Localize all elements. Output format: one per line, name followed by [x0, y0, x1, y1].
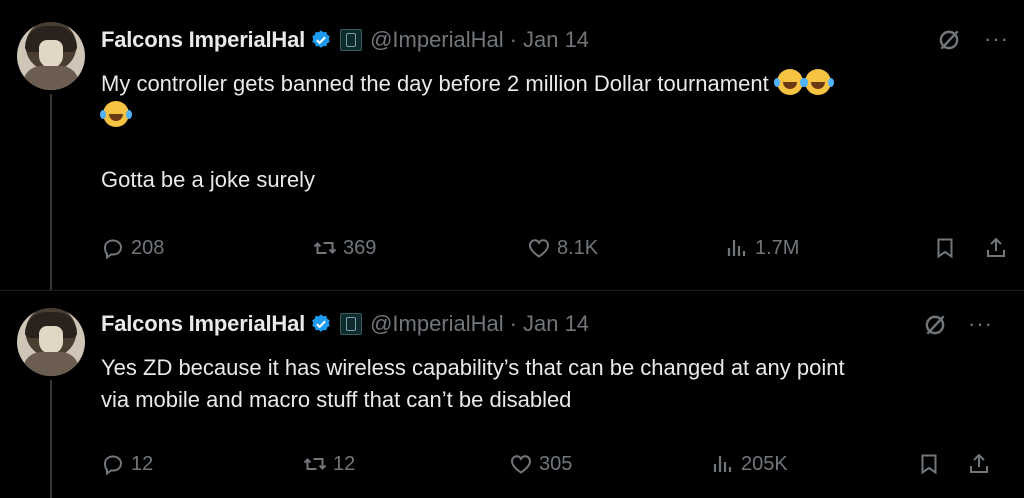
more-icon[interactable]: ··· — [984, 26, 1009, 52]
bookmark-button[interactable] — [917, 452, 947, 476]
like-button[interactable]: 8.1K — [527, 236, 598, 260]
affiliate-badge-icon[interactable] — [340, 29, 363, 51]
views-button[interactable]: 205K — [711, 452, 788, 476]
share-icon — [987, 237, 1005, 257]
tweet-text-line: My controller gets banned the day before… — [101, 71, 769, 96]
thread-line — [50, 380, 52, 498]
bookmark-button[interactable] — [933, 236, 963, 260]
display-name[interactable]: Falcons ImperialHal — [101, 311, 305, 337]
separator: · — [509, 27, 517, 52]
joy-emoji — [801, 69, 831, 95]
reply-button[interactable]: 12 — [101, 452, 153, 476]
handle[interactable]: @ImperialHal — [370, 311, 504, 337]
more-icon[interactable]: ··· — [968, 311, 993, 337]
separator: · — [509, 311, 517, 336]
bookmark-icon — [921, 454, 937, 475]
verified-badge-icon — [312, 30, 330, 48]
tweet-header: Falcons ImperialHal @ImperialHal · Jan 1… — [101, 26, 589, 54]
tweet-text: My controller gets banned the day before… — [100, 68, 831, 196]
views-icon — [727, 240, 746, 256]
action-bar: 208 369 8.1K 1.7M — [101, 236, 1016, 266]
joy-emoji — [100, 101, 129, 127]
repost-button[interactable]: 369 — [313, 236, 376, 260]
timestamp[interactable]: Jan 14 — [523, 311, 589, 337]
like-button[interactable]: 305 — [509, 452, 572, 476]
grok-icon[interactable] — [922, 312, 948, 338]
avatar[interactable] — [17, 308, 85, 376]
tweet-text: Yes ZD because it has wireless capabilit… — [101, 352, 845, 416]
like-icon — [510, 455, 532, 474]
display-name[interactable]: Falcons ImperialHal — [101, 27, 305, 53]
reply-icon — [103, 455, 123, 476]
repost-icon — [303, 458, 327, 470]
tweet[interactable]: Falcons ImperialHal @ImperialHal · Jan 1… — [0, 290, 1024, 498]
grok-icon[interactable] — [936, 27, 962, 53]
repost-button[interactable]: 12 — [303, 452, 355, 476]
repost-icon — [313, 242, 337, 254]
views-button[interactable]: 1.7M — [725, 236, 799, 260]
tweet-text-line: Gotta be a joke surely — [101, 167, 316, 192]
tweet-text-line: Yes ZD because it has wireless capabilit… — [101, 355, 845, 380]
share-icon — [970, 453, 988, 473]
share-button[interactable] — [984, 236, 1014, 260]
bookmark-icon — [937, 238, 953, 259]
tweet[interactable]: Falcons ImperialHal @ImperialHal · Jan 1… — [0, 0, 1024, 290]
timestamp[interactable]: Jan 14 — [523, 27, 589, 53]
tweet-header: Falcons ImperialHal @ImperialHal · Jan 1… — [101, 310, 589, 338]
reply-icon — [103, 239, 123, 260]
avatar[interactable] — [17, 22, 85, 90]
affiliate-badge-icon[interactable] — [340, 313, 363, 335]
views-icon — [713, 456, 732, 472]
thread-line — [50, 94, 52, 290]
action-bar: 12 12 305 205K — [101, 452, 1016, 482]
share-button[interactable] — [967, 452, 997, 476]
verified-badge-icon — [312, 314, 330, 332]
handle[interactable]: @ImperialHal — [370, 27, 504, 53]
like-icon — [528, 239, 550, 258]
joy-emoji — [773, 69, 803, 95]
tweet-text-line: via mobile and macro stuff that can’t be… — [101, 387, 572, 412]
reply-button[interactable]: 208 — [101, 236, 164, 260]
